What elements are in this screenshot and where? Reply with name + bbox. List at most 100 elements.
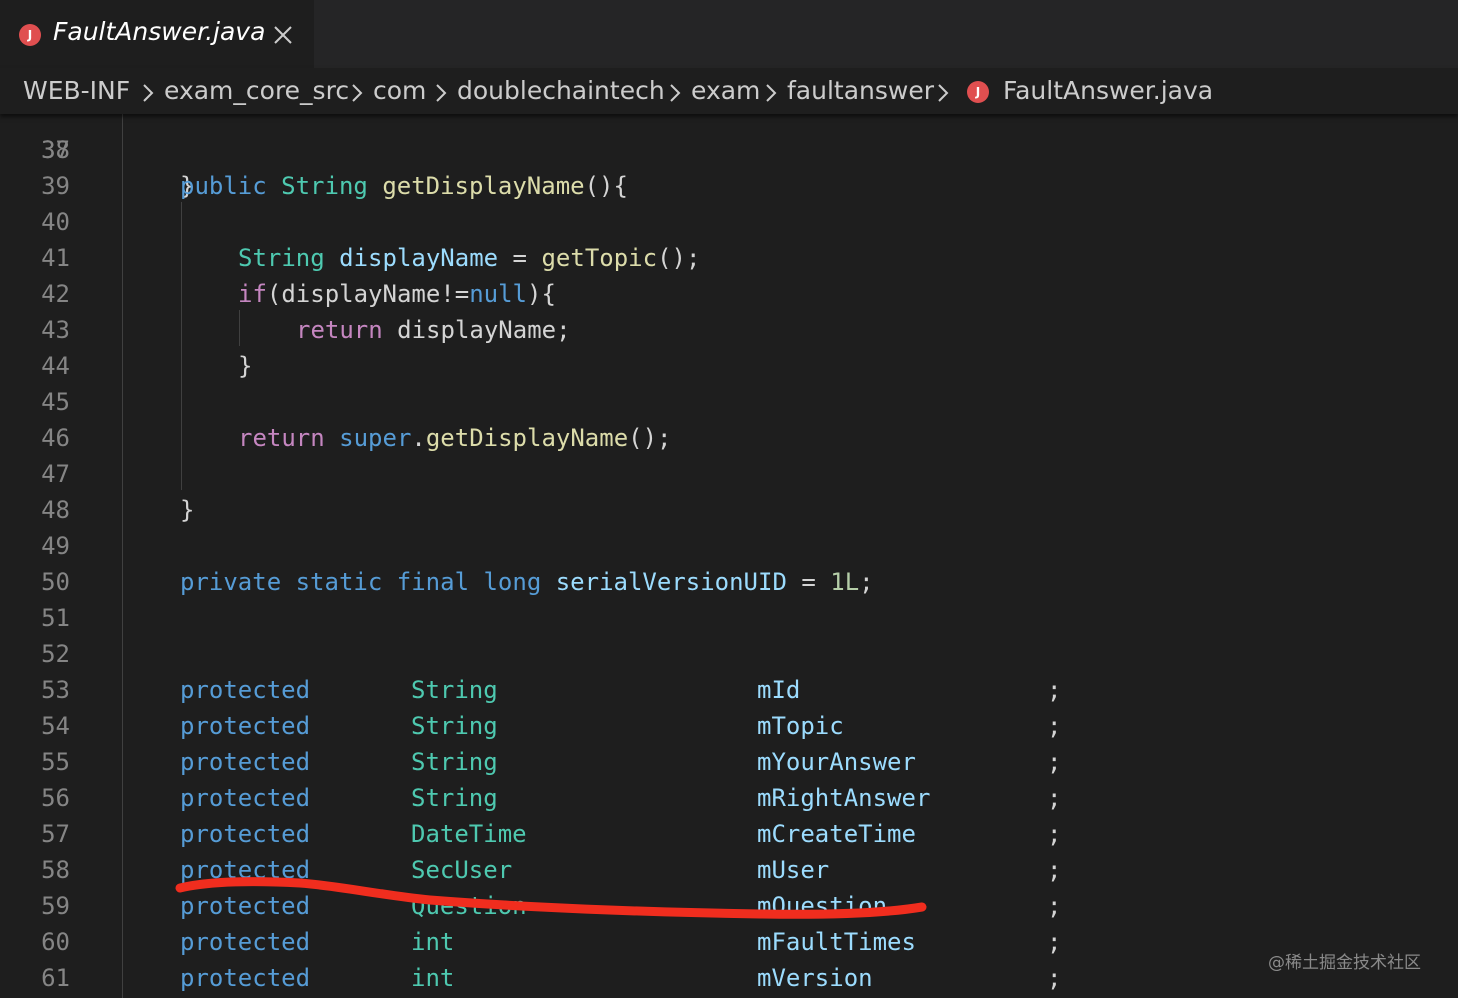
indent-guide <box>122 114 123 998</box>
breadcrumb-item-exam[interactable]: exam <box>691 76 760 105</box>
code-token: 1L <box>830 568 860 596</box>
field-modifier: protected <box>180 964 311 992</box>
line-number: 45 <box>41 388 70 416</box>
line-number: 39 <box>41 172 70 200</box>
code-line: 49 <box>0 528 1458 564</box>
line-number: 38 <box>41 136 70 164</box>
field-name: mVersion <box>757 964 873 992</box>
field-modifier: protected <box>180 820 311 848</box>
code-token: ; <box>859 568 874 596</box>
code-token: null <box>469 280 527 308</box>
code-token: return <box>238 424 325 452</box>
line-number: 41 <box>41 244 70 272</box>
code-line: 44} <box>0 348 1458 384</box>
field-semicolon: ; <box>1047 712 1062 740</box>
code-line: 56 protected String mRightAnswer; <box>0 780 1458 816</box>
tab-label: FaultAnswer.java <box>53 17 266 46</box>
tab-bar: J FaultAnswer.java <box>0 0 1458 68</box>
code-line: 47 <box>0 456 1458 492</box>
code-token: = <box>786 568 831 596</box>
code-token: serialVersionUID <box>555 568 787 596</box>
java-file-icon: J <box>19 24 41 46</box>
line-number: 59 <box>41 892 70 920</box>
code-token: getTopic <box>541 244 658 272</box>
chevron-right-icon <box>670 84 681 102</box>
code-line: 60 protected int mFaultTimes; <box>0 924 1458 960</box>
line-number: 57 <box>41 820 70 848</box>
indent-guide <box>239 310 240 346</box>
code-line: 45 <box>0 384 1458 420</box>
field-semicolon: ; <box>1047 892 1062 920</box>
field-modifier: protected <box>180 928 311 956</box>
line-number: 54 <box>41 712 70 740</box>
code-token: } <box>238 352 253 380</box>
breadcrumb-item-exam-core-src[interactable]: exam_core_src <box>164 76 349 105</box>
code-text: if(displayName!=null){ <box>238 276 556 312</box>
line-number: 49 <box>41 532 70 560</box>
code-token: = <box>498 244 542 272</box>
chevron-right-icon <box>436 84 447 102</box>
breadcrumb-item-com[interactable]: com <box>373 76 426 105</box>
field-semicolon: ; <box>1047 748 1062 776</box>
field-name: mRightAnswer <box>757 784 931 812</box>
breadcrumb-item-web-inf[interactable]: WEB-INF <box>23 76 130 105</box>
breadcrumb-item-file[interactable]: FaultAnswer.java <box>1003 76 1213 105</box>
code-line-partial: 37 } <box>0 114 1458 200</box>
indent-guide <box>181 202 182 490</box>
line-number: 50 <box>41 568 70 596</box>
breadcrumb-item-faultanswer[interactable]: faultanswer <box>787 76 934 105</box>
code-text: return super.getDisplayName(); <box>238 420 672 456</box>
code-line: 57 protected DateTime mCreateTime; <box>0 816 1458 852</box>
field-name: mYourAnswer <box>757 748 916 776</box>
line-number: 43 <box>41 316 70 344</box>
line-number: 42 <box>41 280 70 308</box>
code-token: displayName <box>339 244 499 272</box>
line-number: 51 <box>41 604 70 632</box>
code-token: } <box>180 496 195 524</box>
code-token: String <box>238 244 325 272</box>
field-semicolon: ; <box>1047 820 1062 848</box>
code-line: 48} <box>0 492 1458 528</box>
code-token: getDisplayName <box>425 424 629 452</box>
code-line: 59 protected Question mQuestion; <box>0 888 1458 924</box>
code-token: return <box>296 316 383 344</box>
field-semicolon: ; <box>1047 784 1062 812</box>
field-semicolon: ; <box>1047 856 1062 884</box>
field-type: SecUser <box>411 856 513 884</box>
line-number: 47 <box>41 460 70 488</box>
line-number: 53 <box>41 676 70 704</box>
code-line: 43 return displayName; <box>0 312 1458 348</box>
field-type: int <box>411 928 455 956</box>
line-number: 58 <box>41 856 70 884</box>
code-editor[interactable]: 37 } 38 39 public String getDisplayName(){… <box>0 114 1458 998</box>
code-line: 40 <box>0 204 1458 240</box>
chevron-right-icon <box>766 84 777 102</box>
field-modifier: protected <box>180 748 311 776</box>
code-token: super <box>339 424 412 452</box>
close-icon[interactable] <box>270 22 296 48</box>
field-semicolon: ; <box>1047 928 1062 956</box>
code-text: private static final long serialVersionU… <box>180 564 874 600</box>
tab-faultanswer-java[interactable]: J FaultAnswer.java <box>0 0 314 68</box>
field-name: mFaultTimes <box>757 928 916 956</box>
breadcrumb-item-doublechaintech[interactable]: doublechaintech <box>457 76 665 105</box>
code-line: 61 protected int mVersion; <box>0 960 1458 996</box>
code-text: } <box>180 492 194 528</box>
line-number: 46 <box>41 424 70 452</box>
code-token: (displayName!= <box>266 280 470 308</box>
code-token: private <box>180 568 282 596</box>
field-type: String <box>411 676 498 704</box>
field-modifier: protected <box>180 892 311 920</box>
line-number: 61 <box>41 964 70 992</box>
field-type: String <box>411 748 498 776</box>
code-line: 54 protected String mTopic; <box>0 708 1458 744</box>
code-text: public String getDisplayName(){ <box>180 168 628 204</box>
code-token: static <box>295 568 383 596</box>
field-name: mUser <box>757 856 830 884</box>
field-semicolon: ; <box>1047 964 1062 992</box>
